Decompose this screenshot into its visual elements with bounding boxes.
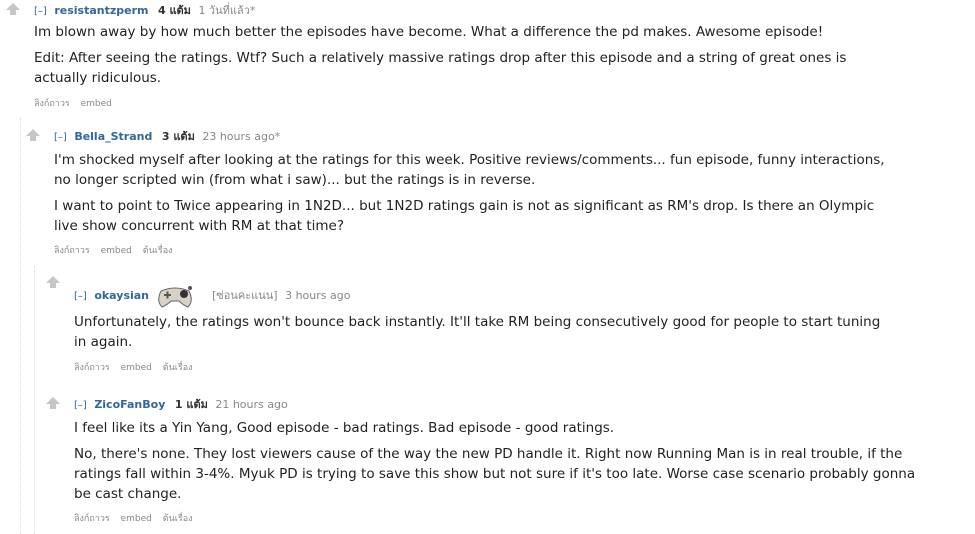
comment-body: I'm shocked myself after looking at the …	[54, 150, 894, 242]
comment-paragraph: Im blown away by how much better the epi…	[34, 24, 824, 40]
collapse-toggle[interactable]: [–]	[74, 400, 87, 411]
collapse-toggle[interactable]: [–]	[54, 132, 67, 143]
comment-paragraph: Edit: After seeing the ratings. Wtf? Suc…	[34, 50, 847, 86]
collapse-toggle[interactable]: [–]	[34, 6, 47, 17]
comment-buttons: ลิงก์ถาวร embed ต้นเรื่อง	[54, 243, 181, 257]
author-link[interactable]: okaysian	[94, 289, 149, 302]
comment-tagline: [–] Bella_Strand 3 แต้ม 23 hours ago*	[54, 130, 280, 145]
embed-button[interactable]: embed	[101, 246, 132, 256]
embed-button[interactable]: embed	[121, 363, 152, 373]
hidden-score: [ซ่อนคะแนน]	[212, 289, 278, 302]
upvote-arrow-icon[interactable]	[26, 129, 40, 141]
permalink-button[interactable]: ลิงก์ถาวร	[34, 99, 70, 109]
permalink-button[interactable]: ลิงก์ถาวร	[74, 363, 110, 373]
embed-button[interactable]: embed	[81, 99, 112, 109]
timestamp: 1 วันที่แล้ว*	[198, 4, 256, 17]
comment-buttons: ลิงก์ถาวร embed	[34, 96, 120, 110]
score: 3 แต้ม	[161, 130, 195, 143]
timestamp: 21 hours ago	[215, 398, 288, 411]
author-link[interactable]: ZicoFanBoy	[94, 398, 165, 411]
upvote-arrow-icon[interactable]	[6, 3, 20, 15]
comment-buttons: ลิงก์ถาวร embed ต้นเรื่อง	[74, 360, 201, 374]
author-link[interactable]: resistantzperm	[54, 4, 148, 17]
parent-button[interactable]: ต้นเรื่อง	[163, 363, 193, 373]
thread-rail-level2	[34, 266, 35, 534]
permalink-button[interactable]: ลิงก์ถาวร	[74, 514, 110, 524]
comment-tagline: [–] okaysian [ซ่อนคะแนน] 3 hours ago	[74, 283, 350, 309]
embed-button[interactable]: embed	[121, 514, 152, 524]
comment-body: Im blown away by how much better the epi…	[34, 22, 894, 94]
game-controller-flair-icon	[157, 286, 192, 308]
comment-paragraph: I feel like its a Yin Yang, Good episode…	[74, 420, 615, 436]
score: 4 แต้ม	[157, 4, 191, 17]
parent-button[interactable]: ต้นเรื่อง	[163, 514, 193, 524]
timestamp: 3 hours ago	[285, 289, 351, 302]
timestamp: 23 hours ago*	[202, 130, 281, 143]
comment-body: Unfortunately, the ratings won't bounce …	[74, 312, 894, 358]
comment-paragraph: Unfortunately, the ratings won't bounce …	[74, 314, 881, 350]
upvote-arrow-icon[interactable]	[46, 276, 60, 288]
collapse-toggle[interactable]: [–]	[74, 291, 87, 302]
comment-paragraph: I want to point to Twice appearing in 1N…	[54, 198, 875, 234]
author-link[interactable]: Bella_Strand	[74, 130, 152, 143]
parent-button[interactable]: ต้นเรื่อง	[143, 246, 173, 256]
comment-paragraph: I'm shocked myself after looking at the …	[54, 152, 885, 188]
score: 1 แต้ม	[174, 398, 208, 411]
comment-buttons: ลิงก์ถาวร embed ต้นเรื่อง	[74, 511, 201, 525]
comment-paragraph: No, there's none. They lost viewers caus…	[74, 446, 916, 502]
thread-rail-level1	[20, 118, 21, 534]
comment-tagline: [–] ZicoFanBoy 1 แต้ม 21 hours ago	[74, 398, 288, 413]
permalink-button[interactable]: ลิงก์ถาวร	[54, 246, 90, 256]
upvote-arrow-icon[interactable]	[46, 397, 60, 409]
comment-tagline: [–] resistantzperm 4 แต้ม 1 วันที่แล้ว*	[34, 4, 255, 19]
comment-body: I feel like its a Yin Yang, Good episode…	[74, 418, 924, 510]
